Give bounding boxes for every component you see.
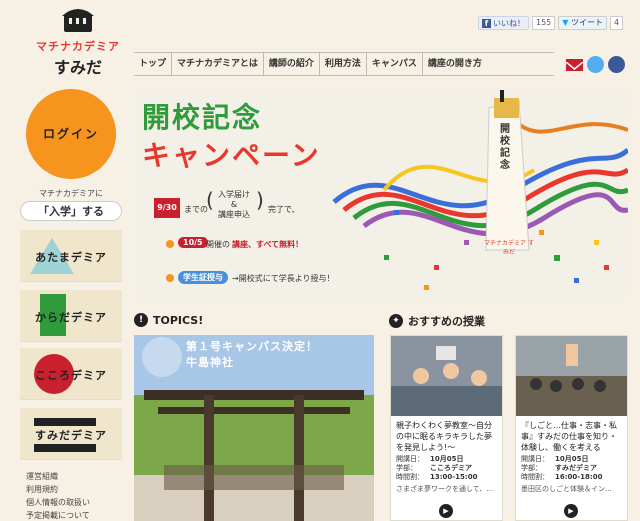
social-buttons: f いいね！ 155 ▼ ツイート 4 [478, 16, 624, 30]
footer-link-schedule[interactable]: 予定掲載について [26, 509, 90, 521]
facebook-icon[interactable] [608, 56, 625, 73]
hero-text-3: →開校式にて学長より授与！ [232, 274, 335, 283]
topics-banner: 第１号キャンパス決定！ 牛島神社 [186, 340, 318, 369]
ribbon-brand: マチナカデミア すみだ [484, 240, 534, 256]
logo-sub-text: すみだ [53, 58, 102, 77]
event-date: 10/5 [178, 237, 208, 248]
tweet-button[interactable]: ▼ ツイート [558, 16, 607, 30]
course-dept: 学部： こころデミア [396, 464, 472, 472]
mail-icon[interactable] [565, 59, 584, 71]
logo-brand-text: マチナカデミア [36, 40, 120, 53]
footer-links: 運営組織 利用規約 個人情報の取扱い 予定掲載について [26, 470, 90, 521]
enroll-line1: マチナカデミアに [39, 189, 103, 198]
course-photo [391, 336, 502, 416]
exclamation-icon: ! [134, 313, 148, 327]
course-title: 親子わくわく夢教室〜自分の中に眠るキラキラした夢を発見しよう!〜 [396, 421, 492, 452]
footer-link-terms[interactable]: 利用規約 [26, 483, 90, 496]
star-icon: ✦ [389, 314, 403, 328]
campaign-title-2: キャンペーン [142, 139, 321, 172]
black-bar-bottom-icon [34, 444, 96, 452]
twitter-icon[interactable] [587, 56, 604, 73]
nav-item-campus[interactable]: キャンパス [367, 53, 423, 75]
course-date: 開講日： 10月05日 [396, 455, 464, 463]
ribbon-text: 開校記念 [500, 124, 510, 171]
nav-item-open-course[interactable]: 講座の開き方 [423, 53, 487, 75]
campaign-banner[interactable]: 開校記念 キャンペーン 9/30 までの ( 入学届け & 講座申込 ) 完了で、 … [134, 90, 628, 300]
card-kokoro-demia[interactable]: こころデミア [20, 348, 122, 400]
course-time: 時間割： 16:00-18:00 [521, 473, 603, 481]
logo-hut-icon [60, 4, 96, 34]
like-label: いいね！ [493, 18, 525, 28]
bullet-icon [166, 240, 174, 248]
course-desc: 墨田区のしごと体験＆イン... [521, 485, 612, 493]
like-count: 155 [532, 16, 556, 30]
bullet-icon [166, 274, 174, 282]
course-dept: 学部： すみだデミア [521, 464, 597, 472]
course-card[interactable]: 親子わくわく夢教室〜自分の中に眠るキラキラした夢を発見しよう!〜 開講日： 10月… [390, 335, 503, 521]
recommend-heading: ✦ おすすめの授業 [389, 313, 485, 329]
nav-item-top[interactable]: トップ [134, 53, 173, 75]
facebook-like-button[interactable]: f いいね！ [478, 16, 529, 30]
main-nav: トップ マチナカデミアとは 講師の紹介 利用方法 キャンパス 講座の開き方 [134, 52, 554, 76]
card-label: からだデミア [35, 311, 107, 324]
site-logo[interactable]: マチナカデミア すみだ [18, 4, 138, 80]
card-karada-demia[interactable]: からだデミア [20, 290, 122, 342]
hero-text-2a: 開催の [206, 240, 230, 249]
course-desc: さまざま夢ワークを通して、... [396, 485, 494, 493]
enroll-button[interactable]: マチナカデミアに 「入学」する [20, 188, 122, 222]
footer-link-privacy[interactable]: 個人情報の取扱い [26, 496, 90, 509]
hero-text-1e: 完了で、 [268, 205, 300, 214]
course-date: 開講日： 10月05日 [521, 455, 589, 463]
facebook-icon: f [482, 18, 491, 28]
course-photo [516, 336, 627, 416]
enroll-line2: 「入学」する [20, 201, 122, 221]
paren-left: ( [206, 188, 214, 212]
paren-right: ) [256, 188, 264, 212]
card-atama-demia[interactable]: あたまデミア [20, 230, 122, 282]
card-label: あたまデミア [35, 251, 107, 264]
tweet-count: 4 [609, 16, 624, 30]
course-title: 『しごと…仕事・志事・私事』すみだの仕事を知り・体験し、働くを考える [521, 421, 617, 452]
topics-image[interactable]: 第１号キャンパス決定！ 牛島神社 [134, 335, 374, 521]
login-button[interactable]: ログイン [26, 89, 116, 179]
course-time: 時間割： 13:00-15:00 [396, 473, 478, 481]
footer-link-organization[interactable]: 運営組織 [26, 470, 90, 483]
card-sumida-demia[interactable]: すみだデミア [20, 408, 122, 460]
nav-item-teachers[interactable]: 講師の紹介 [264, 53, 320, 75]
deadline-date: 9/30 [154, 198, 180, 218]
card-label: こころデミア [35, 369, 107, 382]
topics-heading: ! TOPICS! [134, 313, 203, 327]
hero-text-2b: 講座、すべて無料！ [232, 240, 304, 249]
nav-icons [565, 56, 625, 73]
play-icon[interactable]: ▶ [564, 504, 578, 518]
play-icon[interactable]: ▶ [439, 504, 453, 518]
tweet-label: ツイート [570, 18, 603, 27]
student-id-pill: 学生証授与 [178, 271, 228, 284]
black-bar-top-icon [34, 418, 96, 426]
card-label: すみだデミア [35, 429, 107, 442]
nav-item-about[interactable]: マチナカデミアとは [172, 53, 264, 75]
nav-item-usage[interactable]: 利用方法 [320, 53, 367, 75]
hero-text-1-bracket: 入学届け & 講座申込 [218, 190, 250, 219]
hero-text-1a: までの [184, 205, 208, 214]
campaign-title-1: 開校記念 [142, 101, 263, 134]
course-card[interactable]: 『しごと…仕事・志事・私事』すみだの仕事を知り・体験し、働くを考える 開講日： 1… [515, 335, 628, 521]
twitter-bird-icon: ▼ [562, 18, 569, 27]
